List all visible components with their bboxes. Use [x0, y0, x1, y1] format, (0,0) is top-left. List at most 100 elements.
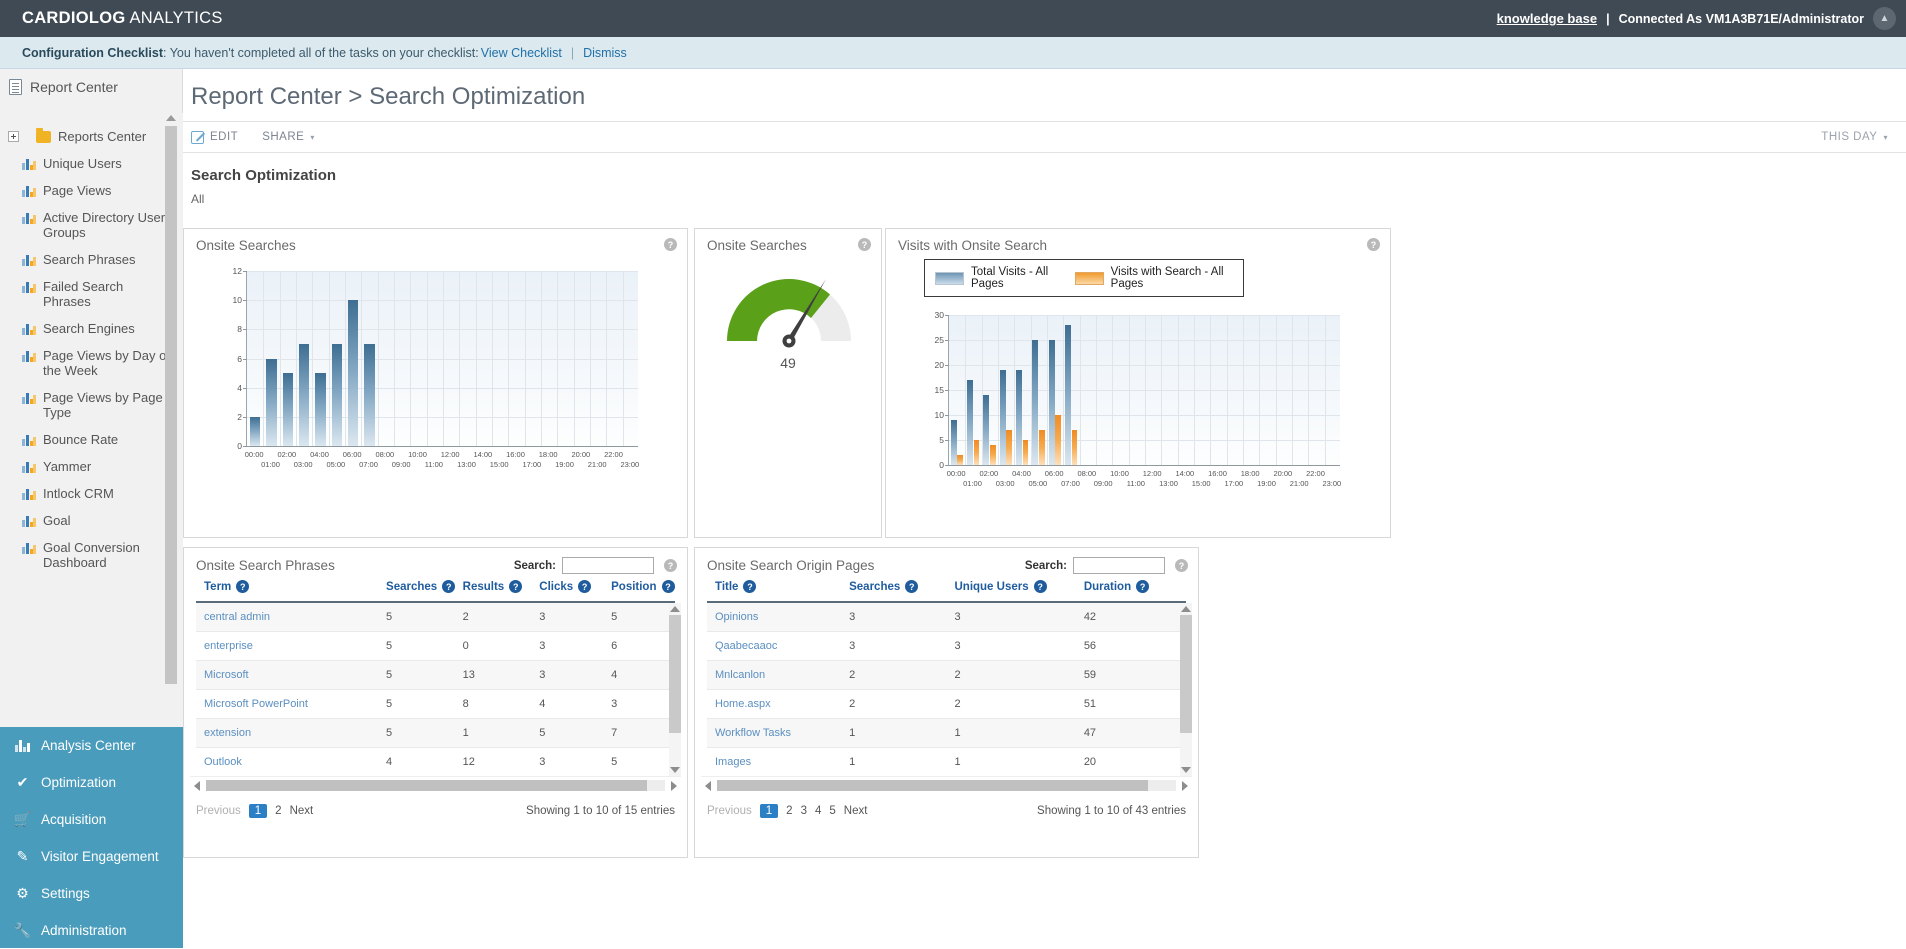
pagination-page-1[interactable]: 1 — [759, 804, 779, 818]
column-header-term[interactable]: Term? — [196, 574, 379, 603]
table-row[interactable]: Outlook 4 12 3 5 — [196, 747, 675, 776]
h-scroll-track[interactable] — [717, 780, 1176, 791]
table-horizontal-scrollbar[interactable] — [190, 776, 681, 794]
sidebar-item-intlock-crm[interactable]: Intlock CRM — [0, 480, 183, 507]
help-icon[interactable]: ? — [664, 559, 677, 572]
dismiss-link[interactable]: Dismiss — [583, 46, 627, 60]
table-row[interactable]: Opinions 3 3 42 — [707, 603, 1186, 632]
nav-item-administration[interactable]: 🔧 Administration — [0, 912, 183, 949]
view-checklist-link[interactable]: View Checklist — [481, 46, 562, 60]
pagination-page-5[interactable]: 5 — [829, 805, 835, 817]
tree-root-reports-center[interactable]: Reports Center — [0, 123, 183, 150]
sidebar-item-page-views-by-day-of-the-week[interactable]: Page Views by Day of the Week — [0, 342, 183, 384]
scroll-thumb[interactable] — [1180, 615, 1192, 733]
table-row[interactable]: central admin 5 2 3 5 — [196, 603, 675, 632]
scroll-thumb[interactable] — [669, 615, 681, 733]
table-row[interactable]: Mnlcanlon 2 2 59 — [707, 660, 1186, 690]
scroll-thumb[interactable] — [165, 126, 177, 684]
scroll-down-arrow-icon[interactable] — [670, 767, 680, 773]
nav-item-optimization[interactable]: ✔ Optimization — [0, 764, 183, 801]
help-icon[interactable]: ? — [509, 580, 523, 593]
row-link[interactable]: Microsoft — [196, 660, 379, 690]
sidebar-item-bounce-rate[interactable]: Bounce Rate — [0, 426, 183, 453]
row-link[interactable]: Home.aspx — [707, 689, 842, 719]
pagination-page-2[interactable]: 2 — [786, 805, 792, 817]
table-vertical-scrollbar[interactable] — [669, 603, 681, 776]
row-link[interactable]: extension — [196, 718, 379, 748]
table-row[interactable]: extension 5 1 5 7 — [196, 718, 675, 748]
help-icon[interactable]: ? — [664, 238, 677, 251]
nav-item-settings[interactable]: ⚙ Settings — [0, 875, 183, 912]
pagination-page-4[interactable]: 4 — [815, 805, 821, 817]
h-scroll-thumb[interactable] — [206, 780, 647, 791]
edit-button[interactable]: EDIT — [191, 130, 238, 144]
row-link[interactable]: central admin — [196, 603, 379, 632]
scroll-up-arrow-icon[interactable] — [1181, 606, 1191, 612]
scroll-right-arrow-icon[interactable] — [671, 780, 677, 791]
pagination-previous[interactable]: Previous — [196, 805, 241, 817]
chevron-up-icon[interactable]: ▲ — [1873, 7, 1896, 30]
sidebar-item-goal-conversion-dashboard[interactable]: Goal Conversion Dashboard — [0, 534, 183, 576]
sidebar-vertical-scrollbar[interactable] — [165, 113, 177, 781]
column-header-results[interactable]: Results? — [454, 574, 532, 603]
pagination-page-3[interactable]: 3 — [801, 805, 807, 817]
sidebar-item-search-phrases[interactable]: Search Phrases — [0, 246, 183, 273]
table-row[interactable]: Images 1 1 20 — [707, 747, 1186, 776]
pagination-next[interactable]: Next — [290, 805, 314, 817]
sidebar-item-page-views[interactable]: Page Views — [0, 177, 183, 204]
row-link[interactable]: Mnlcanlon — [707, 660, 842, 690]
table-row[interactable]: Microsoft PowerPoint 5 8 4 3 — [196, 689, 675, 719]
sidebar-item-page-views-by-page-type[interactable]: Page Views by Page Type — [0, 384, 183, 426]
help-icon[interactable]: ? — [743, 580, 757, 593]
scroll-up-arrow-icon[interactable] — [166, 115, 176, 121]
column-header-title[interactable]: Title? — [707, 574, 842, 603]
expand-icon[interactable] — [8, 131, 19, 142]
help-icon[interactable]: ? — [236, 580, 250, 593]
column-header-searches[interactable]: Searches? — [378, 574, 456, 603]
table-horizontal-scrollbar[interactable] — [701, 776, 1192, 794]
row-link[interactable]: Workflow Tasks — [707, 718, 842, 748]
column-header-duration[interactable]: Duration? — [1075, 574, 1186, 603]
pagination-previous[interactable]: Previous — [707, 805, 752, 817]
row-link[interactable]: Qaabecaaoc — [707, 631, 842, 661]
table-row[interactable]: Qaabecaaoc 3 3 56 — [707, 631, 1186, 661]
help-icon[interactable]: ? — [1136, 580, 1150, 593]
sidebar-header[interactable]: Report Center — [0, 69, 182, 105]
sidebar-item-goal[interactable]: Goal — [0, 507, 183, 534]
share-button[interactable]: SHARE ▾ — [262, 131, 315, 143]
sidebar-item-failed-search-phrases[interactable]: Failed Search Phrases — [0, 273, 183, 315]
column-header-clicks[interactable]: Clicks? — [531, 574, 604, 603]
row-link[interactable]: Opinions — [707, 603, 842, 632]
row-link[interactable]: Images — [707, 747, 842, 776]
sidebar-item-yammer[interactable]: Yammer — [0, 453, 183, 480]
scroll-right-arrow-icon[interactable] — [1182, 780, 1188, 791]
help-icon[interactable]: ? — [1033, 580, 1047, 593]
table-row[interactable]: enterprise 5 0 3 6 — [196, 631, 675, 661]
nav-item-analysis-center[interactable]: Analysis Center — [0, 727, 183, 764]
search-input[interactable] — [562, 557, 654, 574]
row-link[interactable]: Outlook — [196, 747, 379, 776]
help-icon[interactable]: ? — [1175, 559, 1188, 572]
sidebar-item-active-directory-user-groups[interactable]: Active Directory User Groups — [0, 204, 183, 246]
scroll-left-arrow-icon[interactable] — [194, 780, 200, 791]
table-row[interactable]: Workflow Tasks 1 1 47 — [707, 718, 1186, 748]
table-row[interactable]: Home.aspx 2 2 51 — [707, 689, 1186, 719]
h-scroll-thumb[interactable] — [717, 780, 1149, 791]
column-header-searches[interactable]: Searches? — [841, 574, 947, 603]
pagination-page-2[interactable]: 2 — [275, 805, 281, 817]
h-scroll-track[interactable] — [206, 780, 665, 791]
sidebar-item-search-engines[interactable]: Search Engines — [0, 315, 183, 342]
sidebar-item-unique-users[interactable]: Unique Users — [0, 150, 183, 177]
search-input[interactable] — [1073, 557, 1165, 574]
column-header-position[interactable]: Position? — [603, 574, 675, 603]
scroll-up-arrow-icon[interactable] — [670, 606, 680, 612]
row-link[interactable]: Microsoft PowerPoint — [196, 689, 379, 719]
date-range-selector[interactable]: THIS DAY ▾ — [1821, 131, 1888, 143]
table-row[interactable]: Microsoft 5 13 3 4 — [196, 660, 675, 690]
scroll-left-arrow-icon[interactable] — [705, 780, 711, 791]
knowledge-base-link[interactable]: knowledge base — [1497, 11, 1597, 26]
pagination-page-1[interactable]: 1 — [248, 804, 268, 818]
nav-item-visitor-engagement[interactable]: ✎ Visitor Engagement — [0, 838, 183, 875]
row-link[interactable]: enterprise — [196, 631, 379, 661]
help-icon[interactable]: ? — [442, 580, 456, 593]
